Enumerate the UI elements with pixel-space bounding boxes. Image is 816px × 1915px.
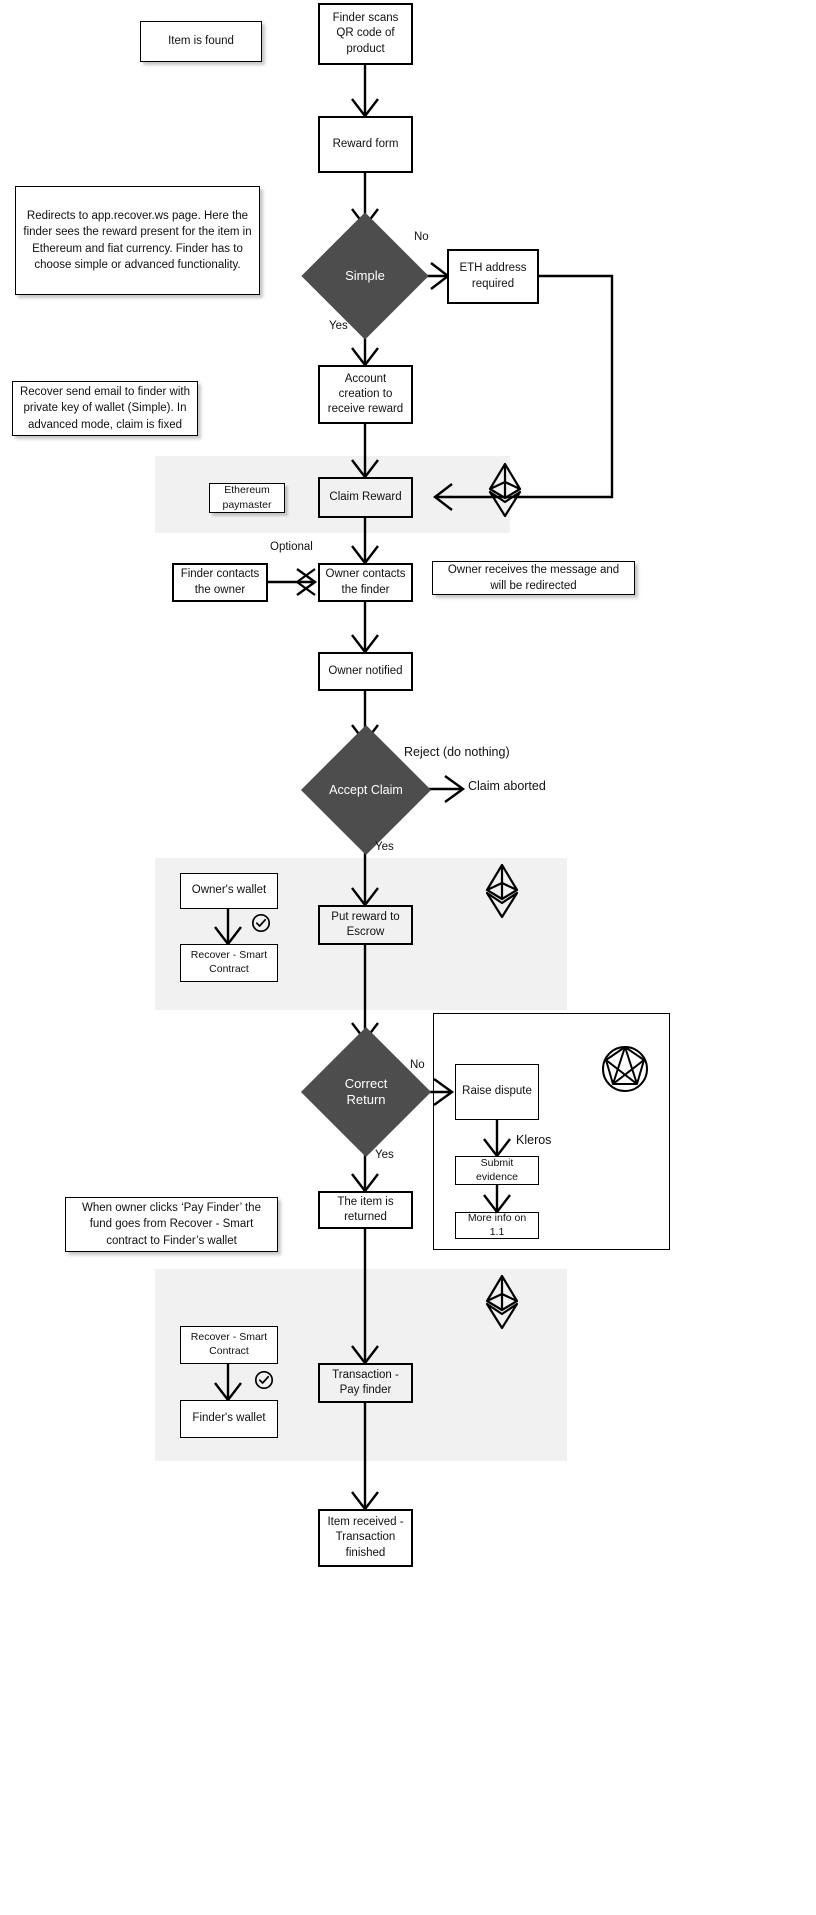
ethereum-logo-icon <box>487 462 523 518</box>
node-item-received-label: Item received - Transaction finished <box>327 1516 404 1559</box>
edge-label-kleros: Kleros <box>516 1133 551 1147</box>
node-recover-smart-contract-pay-label: Recover - Smart Contract <box>190 1331 268 1357</box>
edge-label-correct-yes-text: Yes <box>375 1149 394 1161</box>
node-finder-contacts-owner: Finder contacts the owner <box>172 563 268 602</box>
node-put-reward-escrow-label: Put reward to Escrow <box>331 910 400 938</box>
node-claim-reward-label: Claim Reward <box>329 490 402 503</box>
node-transaction-pay-finder-label: Transaction - Pay finder <box>332 1368 399 1396</box>
ethereum-logo-icon <box>484 863 520 919</box>
node-more-info: More info on 1.1 <box>455 1212 539 1239</box>
node-put-reward-escrow: Put reward to Escrow <box>318 905 413 945</box>
node-finder-scans: Finder scans QR code of product <box>318 3 413 65</box>
node-recover-smart-contract-pay: Recover - Smart Contract <box>180 1326 278 1364</box>
note-owner-receives-text: Owner receives the message and will be r… <box>447 563 620 592</box>
node-correct-return-label: Correct Return <box>344 1076 388 1107</box>
note-pay-finder-text: When owner clicks ‘Pay Finder’ the fund … <box>82 1202 261 1247</box>
ethereum-logo-icon <box>484 1274 520 1330</box>
edge-label-optional: Optional <box>270 541 313 553</box>
node-claim-aborted: Claim aborted <box>468 779 546 793</box>
note-redirects: Redirects to app.recover.ws page. Here t… <box>15 186 260 295</box>
edge-label-simple-yes: Yes <box>329 320 348 332</box>
edge-label-reject-text: Reject (do nothing) <box>404 745 510 759</box>
node-simple-label: Simple <box>345 268 385 284</box>
node-owner-contacts-finder: Owner contacts the finder <box>318 563 413 602</box>
edge-label-kleros-text: Kleros <box>516 1133 552 1147</box>
node-reward-form: Reward form <box>318 116 413 173</box>
node-finders-wallet-label: Finder's wallet <box>192 1412 266 1425</box>
edge-label-simple-yes-text: Yes <box>329 320 348 332</box>
node-simple-decision: Simple <box>301 212 429 340</box>
node-claim-aborted-label: Claim aborted <box>468 779 546 793</box>
node-more-info-label: More info on 1.1 <box>467 1211 527 1238</box>
node-owners-wallet: Owner's wallet <box>180 873 278 909</box>
node-eth-address-label: ETH address required <box>459 262 527 290</box>
flowchart-canvas: Item is found Finder scans QR code of pr… <box>0 0 816 1915</box>
node-finder-contacts-owner-label: Finder contacts the owner <box>180 568 260 596</box>
note-recover-email: Recover send email to finder with privat… <box>12 381 198 436</box>
node-submit-evidence-label: Submit evidence <box>475 1156 519 1183</box>
edge-label-accept-yes: Yes <box>375 841 394 853</box>
node-finders-wallet: Finder's wallet <box>180 1400 278 1438</box>
node-owners-wallet-label: Owner's wallet <box>191 884 267 897</box>
note-owner-receives: Owner receives the message and will be r… <box>432 561 635 595</box>
node-raise-dispute-label: Raise dispute <box>462 1085 532 1098</box>
node-item-received: Item received - Transaction finished <box>318 1509 413 1567</box>
node-finder-scans-label: Finder scans QR code of product <box>332 12 399 55</box>
node-owner-notified: Owner notified <box>318 652 413 691</box>
node-accept-claim-decision: Accept Claim <box>300 724 432 856</box>
node-accept-claim-label: Accept Claim <box>329 782 403 797</box>
node-correct-return-decision: Correct Return <box>300 1026 432 1158</box>
kleros-logo-icon <box>600 1044 650 1094</box>
node-ethereum-paymaster-label: Ethereum paymaster <box>222 484 272 511</box>
edge-label-simple-no-text: No <box>414 231 429 243</box>
edge-label-correct-no-text: No <box>410 1059 425 1071</box>
note-recover-email-text: Recover send email to finder with privat… <box>19 386 191 431</box>
node-recover-smart-contract-escrow-label: Recover - Smart Contract <box>190 949 268 975</box>
edge-label-simple-no: No <box>414 231 429 243</box>
node-eth-address-required: ETH address required <box>447 249 539 304</box>
node-item-returned: The item is returned <box>318 1191 413 1229</box>
node-owner-contacts-finder-label: Owner contacts the finder <box>325 568 406 596</box>
node-owner-notified-label: Owner notified <box>328 664 403 677</box>
node-item-found-label: Item is found <box>168 35 234 48</box>
edge-label-correct-yes: Yes <box>375 1149 394 1161</box>
node-reward-form-label: Reward form <box>332 137 399 150</box>
edge-label-reject: Reject (do nothing) <box>404 745 510 759</box>
note-redirects-text: Redirects to app.recover.ws page. Here t… <box>23 209 252 271</box>
edge-label-optional-text: Optional <box>270 541 313 553</box>
node-claim-reward: Claim Reward <box>318 477 413 518</box>
node-raise-dispute: Raise dispute <box>455 1064 539 1120</box>
node-account-creation: Account creation to receive reward <box>318 365 413 424</box>
node-transaction-pay-finder: Transaction - Pay finder <box>318 1363 413 1403</box>
node-submit-evidence: Submit evidence <box>455 1156 539 1185</box>
node-recover-smart-contract-escrow: Recover - Smart Contract <box>180 944 278 982</box>
node-account-creation-label: Account creation to receive reward <box>327 372 404 416</box>
edge-label-correct-no: No <box>410 1059 425 1071</box>
node-item-found: Item is found <box>140 21 262 62</box>
edge-label-accept-yes-text: Yes <box>375 841 394 853</box>
note-pay-finder: When owner clicks ‘Pay Finder’ the fund … <box>65 1197 278 1252</box>
node-item-returned-label: The item is returned <box>337 1195 394 1223</box>
check-circle-icon <box>251 913 271 933</box>
node-ethereum-paymaster: Ethereum paymaster <box>209 483 285 513</box>
check-circle-icon <box>254 1370 274 1390</box>
